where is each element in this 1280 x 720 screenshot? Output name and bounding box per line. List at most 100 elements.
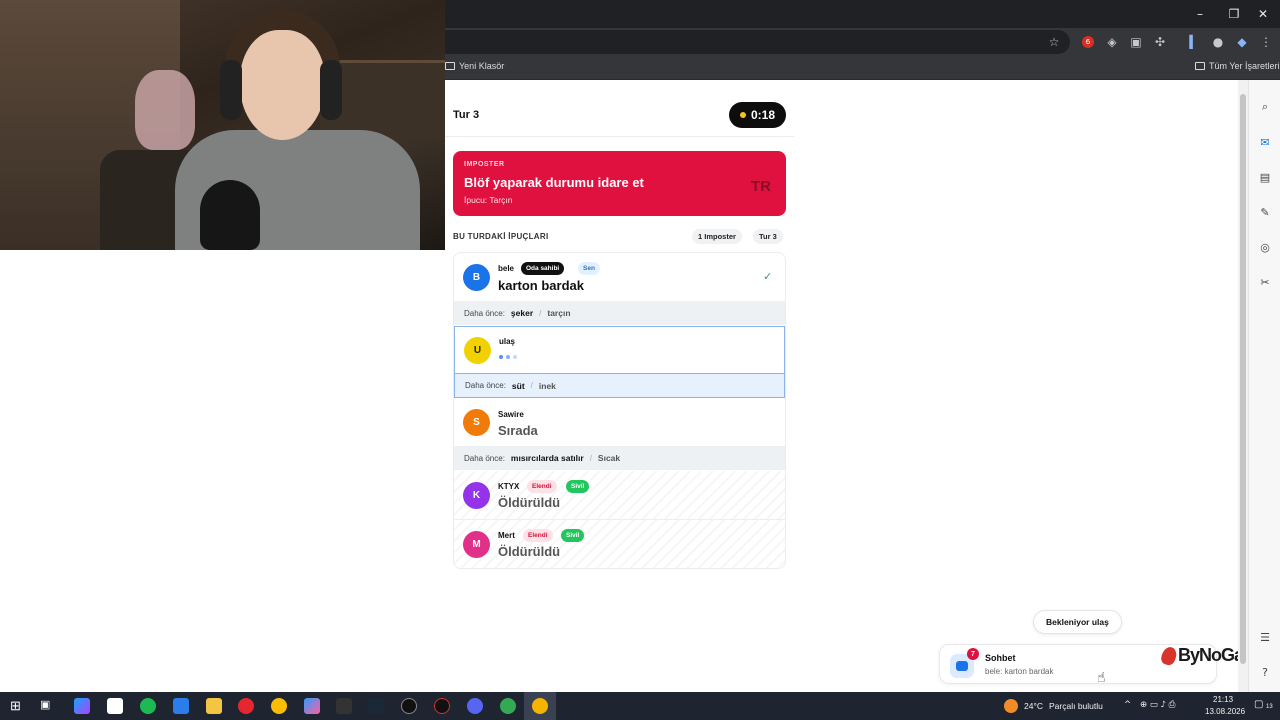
clock-time[interactable]: 21:13 (1213, 695, 1233, 704)
previous-label: Daha önce: (465, 381, 506, 390)
extensions-puzzle-icon[interactable]: ✣ (1151, 33, 1169, 51)
previous-clues-ulas: Daha önce: süt / inek (454, 374, 785, 398)
file-explorer-icon[interactable] (206, 698, 222, 714)
previous-clue: Sıcak (597, 453, 621, 463)
chat-preview: bele: karton bardak (985, 667, 1054, 676)
round-title: Tur 3 (453, 109, 480, 121)
menu-kebab-icon[interactable]: ⋮ (1257, 33, 1275, 51)
webcam-person-face (240, 30, 325, 140)
bookmark-folder-new[interactable]: Yeni Klasör (445, 61, 504, 71)
capture-icon[interactable] (434, 698, 450, 714)
profile-icon[interactable]: ● (1209, 33, 1227, 51)
you-badge: Sen (578, 262, 600, 275)
avatar: B (463, 264, 490, 291)
previous-clue: tarçın (547, 308, 571, 318)
round-timer: 0:18 (729, 102, 786, 128)
epic-games-icon[interactable] (336, 698, 352, 714)
eliminated-badge: Elendi (523, 529, 553, 542)
help-icon[interactable]: ? (1258, 665, 1272, 679)
civilian-badge: Sivil (561, 529, 585, 542)
previous-clue: şeker (510, 308, 534, 318)
obs-icon[interactable] (401, 698, 417, 714)
header-divider (445, 136, 794, 137)
clock-date[interactable]: 13.08.2026 (1205, 707, 1245, 716)
copilot-icon[interactable] (74, 698, 90, 714)
scrollbar-thumb[interactable] (1240, 94, 1246, 664)
tray-icons[interactable]: ⊕ ▭ ♪ ⎙ (1140, 700, 1175, 710)
player-row-sawire: S Sawire Sırada (454, 399, 785, 446)
tools-icon[interactable]: ✂ (1258, 275, 1272, 289)
previous-clues-bele: Daha önce: şeker / tarçın (454, 301, 785, 325)
previous-label: Daha önce: (464, 308, 505, 318)
copilot-app-icon[interactable] (304, 698, 320, 714)
minimize-icon[interactable]: – (1183, 0, 1217, 28)
game-page: Tur 3 0:18 IMPOSTER Blöf yaparak durumu … (445, 80, 1268, 692)
webcam-overlay (0, 0, 445, 250)
browser-titlebar: – ❐ ✕ (445, 0, 1280, 28)
player-status: Öldürüldü (498, 495, 561, 510)
vpn-shield-icon[interactable]: ◆ (1233, 33, 1251, 51)
timer-dot-icon (739, 112, 746, 118)
windows-taskbar: ⊞ ▣ 24°C Parçalı bulutlu ^ ⊕ ▭ ♪ ⎙ 21:13… (0, 692, 1280, 720)
close-icon[interactable]: ✕ (1246, 0, 1280, 28)
role-language: TR (751, 178, 771, 195)
desktop: – ❐ ✕ ☆ 6 ◈ ▣ ✣ ▍ ● ◆ ⋮ Yeni Klasör Tüm … (0, 0, 1280, 720)
browser-toolbar: ☆ 6 ◈ ▣ ✣ ▍ ● ◆ ⋮ (445, 28, 1280, 56)
player-name: Mert (498, 531, 515, 540)
store-icon[interactable] (107, 698, 123, 714)
edge-icon[interactable] (140, 698, 156, 714)
weather-icon[interactable] (1004, 699, 1018, 713)
browser-sidebar: ⌕ ✉ ▤ ✎ ◎ ✂ ☰ ? (1248, 80, 1280, 692)
logo-mark-icon (1159, 644, 1179, 667)
extension-media-icon[interactable]: ▣ (1127, 33, 1145, 51)
bookmark-star-icon[interactable]: ☆ (1045, 33, 1063, 51)
avatar: K (463, 482, 490, 509)
player-status: Sırada (498, 423, 538, 438)
page-scrollbar[interactable] (1238, 80, 1248, 692)
chrome-icon[interactable] (271, 698, 287, 714)
discord-icon[interactable] (467, 698, 483, 714)
avatar: S (463, 409, 490, 436)
player-clue: karton bardak (498, 278, 584, 293)
separator: / (589, 453, 592, 463)
bookmark-all-bookmarks[interactable]: Tüm Yer İşaretleri (1195, 61, 1280, 71)
waiting-status-button[interactable]: Bekleniyor ulaş (1033, 610, 1122, 634)
extension-badge: 6 (1082, 36, 1094, 48)
role-hint: İpucu: Tarçın (464, 195, 513, 205)
host-badge: Oda sahibi (521, 262, 565, 275)
mail-icon[interactable] (173, 698, 189, 714)
civilian-badge: Sivil (566, 480, 590, 493)
side-panel-icon[interactable]: ▍ (1185, 33, 1203, 51)
avatar: U (464, 337, 491, 364)
webcam-headphone-right (320, 60, 342, 120)
notes-icon[interactable]: ✎ (1258, 205, 1272, 219)
imposter-count-pill: 1 Imposter (692, 229, 742, 244)
news-icon[interactable]: ▤ (1258, 170, 1272, 184)
separator: / (530, 381, 533, 390)
opera-icon[interactable] (238, 698, 254, 714)
address-bar[interactable] (445, 30, 1070, 54)
windows-start-icon[interactable]: ⊞ (10, 698, 26, 714)
timer-value: 0:18 (750, 108, 776, 122)
extension-red-icon[interactable]: 6 (1079, 33, 1097, 51)
tray-chevron-icon[interactable]: ^ (1124, 700, 1131, 710)
steam-icon[interactable] (368, 698, 384, 714)
hand-cursor-icon: ☝ (1097, 670, 1106, 686)
previous-clue: inek (538, 380, 556, 391)
weather-temp: 24°C (1024, 701, 1043, 711)
notification-icon[interactable]: ▢ (1254, 699, 1263, 710)
clues-heading: BU TURDAKİ İPUÇLARI (453, 232, 549, 241)
previous-clue: süt (511, 380, 525, 391)
task-view-icon[interactable]: ▣ (40, 698, 56, 714)
messenger-icon[interactable]: ✉ (1258, 135, 1272, 149)
bookmarks-bar: Yeni Klasör Tüm Yer İşaretleri (445, 56, 1280, 80)
games-icon[interactable]: ◎ (1258, 240, 1272, 254)
extension-translate-icon[interactable]: ◈ (1103, 33, 1121, 51)
active-browser-icon[interactable] (532, 698, 548, 714)
search-icon[interactable]: ⌕ (1258, 100, 1272, 114)
player-name: bele (498, 264, 515, 273)
customize-icon[interactable]: ☰ (1258, 630, 1272, 644)
role-title: Blöf yaparak durumu idare et (464, 175, 644, 190)
eliminated-badge: Elendi (527, 480, 557, 493)
chrome-window-icon[interactable] (500, 698, 516, 714)
